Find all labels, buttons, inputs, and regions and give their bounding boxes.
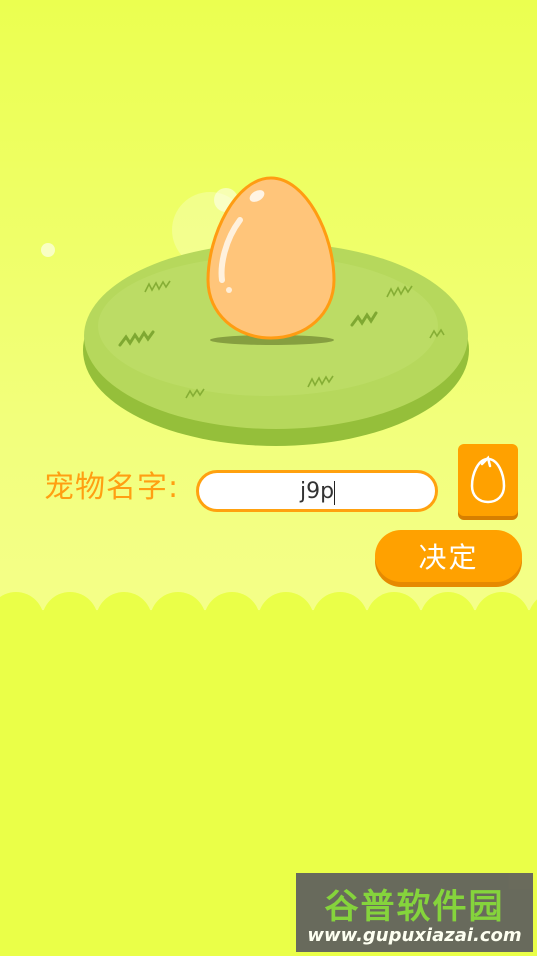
confirm-button[interactable]: 决定	[375, 530, 522, 582]
egg-outline-icon	[470, 455, 506, 504]
watermark-url: www.gupuxiazai.com	[307, 925, 522, 946]
watermark-title: 谷普软件园	[324, 887, 505, 927]
watermark: 谷普软件园 www.gupuxiazai.com	[296, 873, 533, 952]
pet-name-label: 宠物名字:	[44, 470, 180, 505]
pet-name-input[interactable]	[196, 470, 438, 512]
random-name-button[interactable]	[458, 444, 518, 516]
egg-scene	[41, 176, 469, 446]
text-caret	[334, 481, 335, 505]
